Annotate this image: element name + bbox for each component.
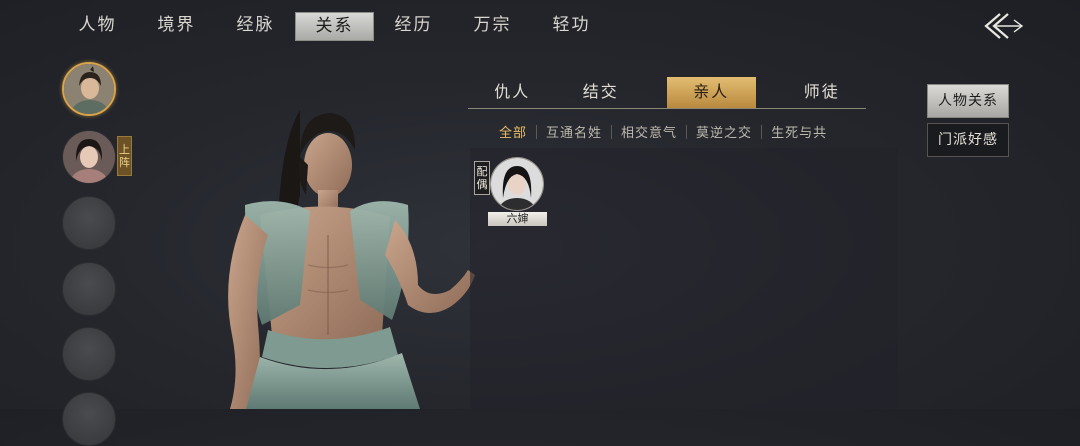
filter-bosom-friends[interactable]: 莫逆之交	[687, 122, 761, 141]
female-portrait-icon	[63, 131, 115, 183]
relation-tabs: 仇人 结交 亲人 师徒	[468, 77, 866, 109]
filter-life-and-death[interactable]: 生死与共	[762, 122, 836, 141]
male-portrait-icon	[64, 64, 114, 114]
roster-slot-empty[interactable]	[62, 327, 116, 381]
filter-all[interactable]: 全部	[490, 122, 536, 141]
tab-character[interactable]: 人物	[58, 10, 137, 41]
relation-name: 六婶	[488, 212, 547, 226]
roster-slot-female[interactable]	[62, 130, 116, 184]
tab-sects[interactable]: 万宗	[453, 10, 532, 41]
character-relations-button[interactable]: 人物关系	[927, 84, 1009, 118]
tab-meridians[interactable]: 经脉	[216, 10, 295, 41]
tab-master-disciple[interactable]: 师徒	[778, 77, 867, 108]
back-button[interactable]	[978, 6, 1026, 46]
tab-relations[interactable]: 关系	[295, 12, 374, 41]
hero-character-art	[150, 95, 490, 409]
roster-slot-empty[interactable]	[62, 196, 116, 250]
relation-type-badge: 配偶	[474, 161, 490, 195]
deploy-badge: 上阵	[117, 136, 132, 176]
relation-avatar	[490, 157, 544, 211]
roster-slot-male-hero[interactable]	[62, 62, 116, 116]
filter-like-minded[interactable]: 相交意气	[612, 122, 686, 141]
roster-slot-empty[interactable]	[62, 392, 116, 446]
female-portrait-icon	[491, 158, 543, 210]
tab-acquaintances[interactable]: 结交	[557, 77, 646, 108]
tab-history[interactable]: 经历	[374, 10, 453, 41]
back-arrow-icon	[984, 13, 1024, 39]
tab-enemies[interactable]: 仇人	[468, 77, 557, 108]
sect-favor-button[interactable]: 门派好感	[927, 123, 1009, 157]
tab-family[interactable]: 亲人	[667, 77, 756, 108]
relation-card[interactable]: 配偶 六婶	[474, 157, 549, 229]
tab-lightness-skill[interactable]: 轻功	[532, 10, 611, 41]
tab-realm[interactable]: 境界	[137, 10, 216, 41]
top-nav: 人物 境界 经脉 关系 经历 万宗 轻功	[58, 10, 611, 44]
relation-subfilters: 全部 互通名姓 相交意气 莫逆之交 生死与共	[490, 122, 836, 141]
roster-slot-empty[interactable]	[62, 262, 116, 316]
filter-introduced[interactable]: 互通名姓	[537, 122, 611, 141]
